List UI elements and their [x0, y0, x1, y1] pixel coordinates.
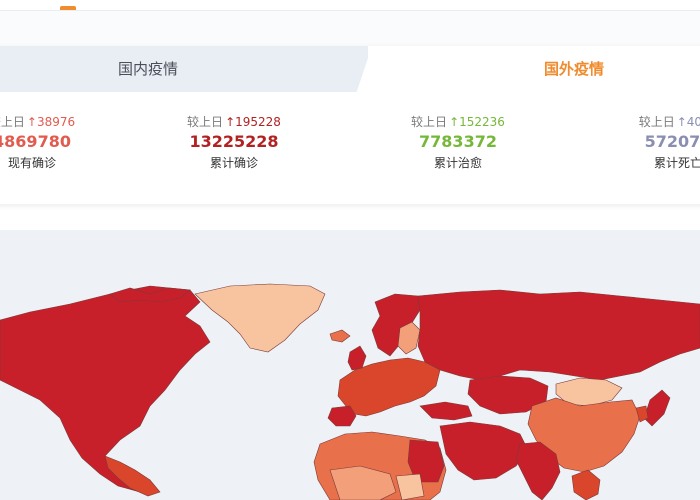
stat-current-confirmed: 较上日↑38976 4869780 现有确诊 — [0, 114, 102, 172]
stat-label: 现有确诊 — [7, 156, 56, 170]
world-map-svg[interactable] — [0, 230, 700, 500]
stat-delta-value: ↑38976 — [26, 115, 76, 129]
stat-value: 4869780 — [0, 132, 71, 151]
map-region-japan[interactable] — [643, 389, 671, 427]
stat-delta: 较上日↑4018 — [608, 114, 700, 130]
stat-label: 累计确诊 — [209, 156, 258, 170]
map-region-iceland[interactable] — [329, 329, 351, 343]
map-region-uk[interactable] — [347, 345, 367, 371]
tab-domestic-epidemic[interactable]: 国内疫情 — [0, 46, 372, 92]
stat-delta-label: 较上日 — [411, 115, 448, 129]
tab-foreign-label: 国外疫情 — [544, 60, 605, 78]
stat-delta-value: ↑152236 — [449, 115, 505, 129]
stat-label: 累计治愈 — [433, 156, 482, 170]
stat-value: 7783372 — [419, 132, 497, 151]
page-background — [0, 11, 700, 47]
map-region-turkey[interactable] — [419, 401, 473, 421]
stat-label: 累计死亡 — [653, 156, 700, 170]
stat-delta-value: ↑195228 — [225, 115, 281, 129]
stat-delta: 较上日 ↑195228 — [164, 114, 304, 130]
stat-value: 572076 — [644, 132, 700, 151]
stat-delta-value: ↑4018 — [676, 115, 700, 129]
stat-total-confirmed: 较上日 ↑195228 13225228 累计确诊 — [164, 114, 304, 172]
stat-delta-label: 较上日 — [638, 115, 675, 129]
stat-delta: 较上日 ↑152236 — [388, 114, 528, 130]
map-region-russia[interactable] — [417, 289, 700, 381]
stat-total-recovered: 较上日 ↑152236 7783372 累计治愈 — [388, 114, 528, 172]
map-region-middle-east[interactable] — [439, 421, 529, 481]
epidemic-summary-card: 国内疫情 国外疫情 较上日↑38976 4869780 现有确诊 较上日↑195… — [0, 46, 700, 204]
map-region-greenland[interactable] — [194, 283, 326, 353]
map-region-north-america[interactable] — [0, 285, 211, 493]
top-navigation-bar — [0, 0, 700, 11]
stat-total-deaths: 较上日↑4018 572076 累计死亡 — [608, 114, 700, 172]
active-tab-indicator — [60, 6, 76, 10]
stat-delta-label: 较上日 — [0, 115, 25, 129]
map-region-southeast-asia[interactable] — [571, 469, 601, 500]
world-map[interactable] — [0, 230, 700, 500]
tab-foreign-epidemic[interactable]: 国外疫情 — [368, 46, 700, 92]
tab-domestic-label: 国内疫情 — [118, 60, 179, 78]
stat-value: 13225228 — [189, 132, 279, 151]
map-region-iberia[interactable] — [327, 405, 357, 427]
region-tabs: 国内疫情 国外疫情 — [0, 46, 700, 92]
stat-delta: 较上日↑38976 — [0, 114, 102, 130]
stat-delta-label: 较上日 — [187, 115, 224, 129]
